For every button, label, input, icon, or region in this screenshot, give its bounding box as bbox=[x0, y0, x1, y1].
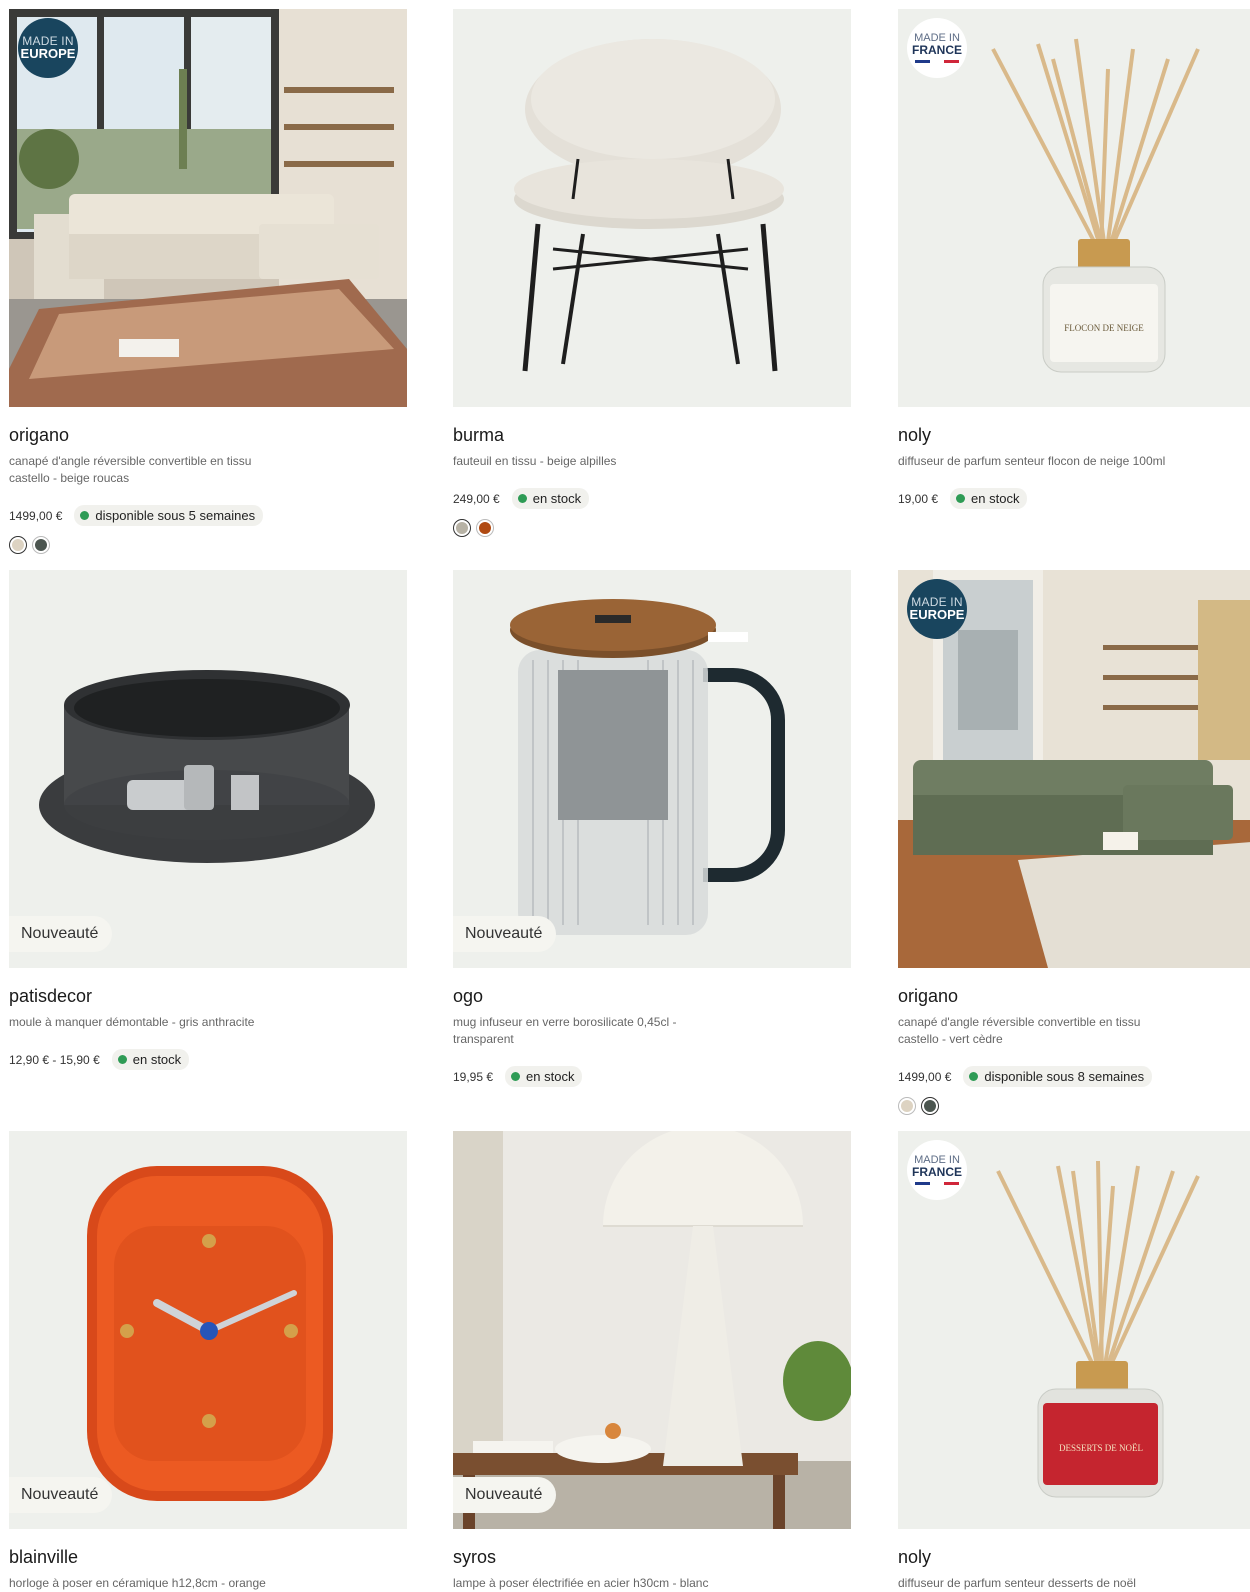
product-description: horloge à poser en céramique h12,8cm - o… bbox=[9, 1576, 266, 1590]
product-image[interactable]: Nouveauté bbox=[453, 1131, 851, 1529]
product-image[interactable]: DESSERTS DE NOËL MADE IN FRANCE bbox=[898, 1131, 1250, 1529]
product-title[interactable]: ogo bbox=[453, 986, 851, 1008]
new-badge: Nouveauté bbox=[9, 1477, 113, 1513]
product-description: lampe à poser électrifiée en acier h30cm… bbox=[453, 1576, 709, 1590]
lamp-photo bbox=[453, 1131, 851, 1529]
product-image[interactable]: MADE IN EUROPE bbox=[898, 570, 1250, 968]
product-image[interactable] bbox=[453, 9, 851, 407]
product-title[interactable]: origano bbox=[9, 425, 407, 447]
product-image[interactable]: FLOCON DE NEIGE MADE IN FRANCE bbox=[898, 9, 1250, 407]
color-swatch[interactable] bbox=[921, 1097, 939, 1115]
product-title[interactable]: blainville bbox=[9, 1547, 407, 1569]
product-title[interactable]: origano bbox=[898, 986, 1250, 1008]
product-card[interactable]: FLOCON DE NEIGE MADE IN FRANCE noly diff… bbox=[898, 9, 1250, 509]
product-image[interactable]: Nouveauté bbox=[453, 570, 851, 968]
product-grid: MADE IN EUROPE origano canapé d'angle ré… bbox=[0, 0, 1250, 1592]
product-label-text: DESSERTS DE NOËL bbox=[1059, 1443, 1143, 1453]
product-image[interactable]: MADE IN EUROPE bbox=[9, 9, 407, 407]
product-price: 19,95 € bbox=[453, 1069, 494, 1084]
product-price: 249,00 € bbox=[453, 491, 500, 506]
product-card[interactable]: Nouveauté ogo mug infuseur en verre boro… bbox=[453, 570, 851, 1087]
stock-dot-icon bbox=[117, 1055, 127, 1064]
clock-photo bbox=[9, 1131, 407, 1529]
stock-badge: disponible sous 5 semaines bbox=[74, 505, 264, 526]
product-card[interactable]: MADE IN EUROPE origano canapé d'angle ré… bbox=[898, 570, 1250, 1115]
product-title[interactable]: noly bbox=[898, 425, 1250, 447]
product-description: mug infuseur en verre borosilicate 0,45c… bbox=[453, 1015, 677, 1046]
product-title[interactable]: patisdecor bbox=[9, 986, 407, 1008]
product-title[interactable]: noly bbox=[898, 1547, 1250, 1569]
new-badge: Nouveauté bbox=[453, 1477, 557, 1513]
product-description: canapé d'angle réversible convertible en… bbox=[9, 454, 252, 485]
mug-photo bbox=[453, 570, 851, 968]
color-swatch[interactable] bbox=[9, 536, 27, 554]
stock-dot-icon bbox=[517, 494, 527, 503]
product-title[interactable]: syros bbox=[453, 1547, 851, 1569]
product-description: diffuseur de parfum senteur flocon de ne… bbox=[898, 454, 1166, 468]
stock-badge: disponible sous 8 semaines bbox=[963, 1066, 1153, 1087]
product-card[interactable]: MADE IN EUROPE origano canapé d'angle ré… bbox=[9, 9, 407, 554]
product-card[interactable]: Nouveauté syros lampe à poser électrifié… bbox=[453, 1131, 851, 1592]
product-card[interactable]: Nouveauté blainville horloge à poser en … bbox=[9, 1131, 407, 1592]
color-swatch[interactable] bbox=[476, 519, 494, 537]
stock-dot-icon bbox=[956, 494, 966, 503]
color-swatch[interactable] bbox=[453, 519, 471, 537]
french-flag-icon bbox=[915, 1182, 960, 1186]
stock-badge: en stock bbox=[950, 488, 1028, 509]
product-description: moule à manquer démontable - gris anthra… bbox=[9, 1015, 255, 1029]
color-swatch[interactable] bbox=[898, 1097, 916, 1115]
product-description: fauteuil en tissu - beige alpilles bbox=[453, 454, 617, 468]
product-price: 19,00 € bbox=[898, 491, 939, 506]
product-image[interactable]: Nouveauté bbox=[9, 1131, 407, 1529]
product-card[interactable]: Nouveauté patisdecor moule à manquer dém… bbox=[9, 570, 407, 1070]
stock-dot-icon bbox=[80, 511, 90, 520]
armchair-photo bbox=[453, 9, 851, 407]
product-card[interactable]: DESSERTS DE NOËL MADE IN FRANCE noly dif… bbox=[898, 1131, 1250, 1592]
french-flag-icon bbox=[915, 60, 960, 64]
made-in-europe-badge: MADE IN EUROPE bbox=[18, 18, 78, 78]
product-price: 1499,00 € bbox=[898, 1069, 952, 1084]
stock-dot-icon bbox=[969, 1072, 979, 1081]
stock-dot-icon bbox=[511, 1072, 521, 1081]
product-label-text: FLOCON DE NEIGE bbox=[1064, 323, 1144, 333]
stock-badge: en stock bbox=[511, 488, 590, 509]
color-swatch[interactable] bbox=[32, 536, 50, 554]
made-in-france-badge: MADE IN FRANCE bbox=[907, 1140, 967, 1200]
stock-badge: en stock bbox=[111, 1049, 190, 1070]
product-description: diffuseur de parfum senteur desserts de … bbox=[898, 1576, 1136, 1590]
new-badge: Nouveauté bbox=[9, 916, 113, 952]
color-swatches bbox=[453, 519, 851, 537]
product-image[interactable]: Nouveauté bbox=[9, 570, 407, 968]
color-swatches bbox=[9, 536, 407, 554]
product-title[interactable]: burma bbox=[453, 425, 851, 447]
product-card[interactable]: burma fauteuil en tissu - beige alpilles… bbox=[453, 9, 851, 537]
cake-pan-photo bbox=[9, 570, 407, 968]
made-in-europe-badge: MADE IN EUROPE bbox=[907, 579, 967, 639]
product-price: 1499,00 € bbox=[9, 508, 63, 523]
product-description: canapé d'angle réversible convertible en… bbox=[898, 1015, 1141, 1046]
color-swatches bbox=[898, 1097, 1250, 1115]
product-price: 12,90 € - 15,90 € bbox=[9, 1052, 100, 1067]
new-badge: Nouveauté bbox=[453, 916, 557, 952]
made-in-france-badge: MADE IN FRANCE bbox=[907, 18, 967, 78]
stock-badge: en stock bbox=[505, 1066, 583, 1087]
